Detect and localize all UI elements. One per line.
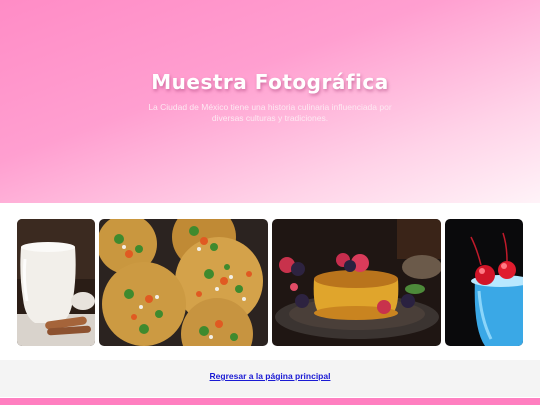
horchata-drink-photo xyxy=(17,219,95,346)
hero-banner: Muestra Fotográfica La Ciudad de México … xyxy=(0,0,540,203)
hero-description: La Ciudad de México tiene una historia c… xyxy=(148,102,392,123)
bottom-accent-bar xyxy=(0,398,540,405)
page-title: Muestra Fotográfica xyxy=(151,70,389,94)
flan-dessert-photo xyxy=(272,219,441,346)
tacos-photo xyxy=(99,219,268,346)
back-to-home-link[interactable]: Regresar a la página principal xyxy=(210,371,331,381)
blue-cocktail-photo xyxy=(445,219,523,346)
footer: Regresar a la página principal xyxy=(0,360,540,397)
photo-gallery[interactable] xyxy=(0,203,540,360)
